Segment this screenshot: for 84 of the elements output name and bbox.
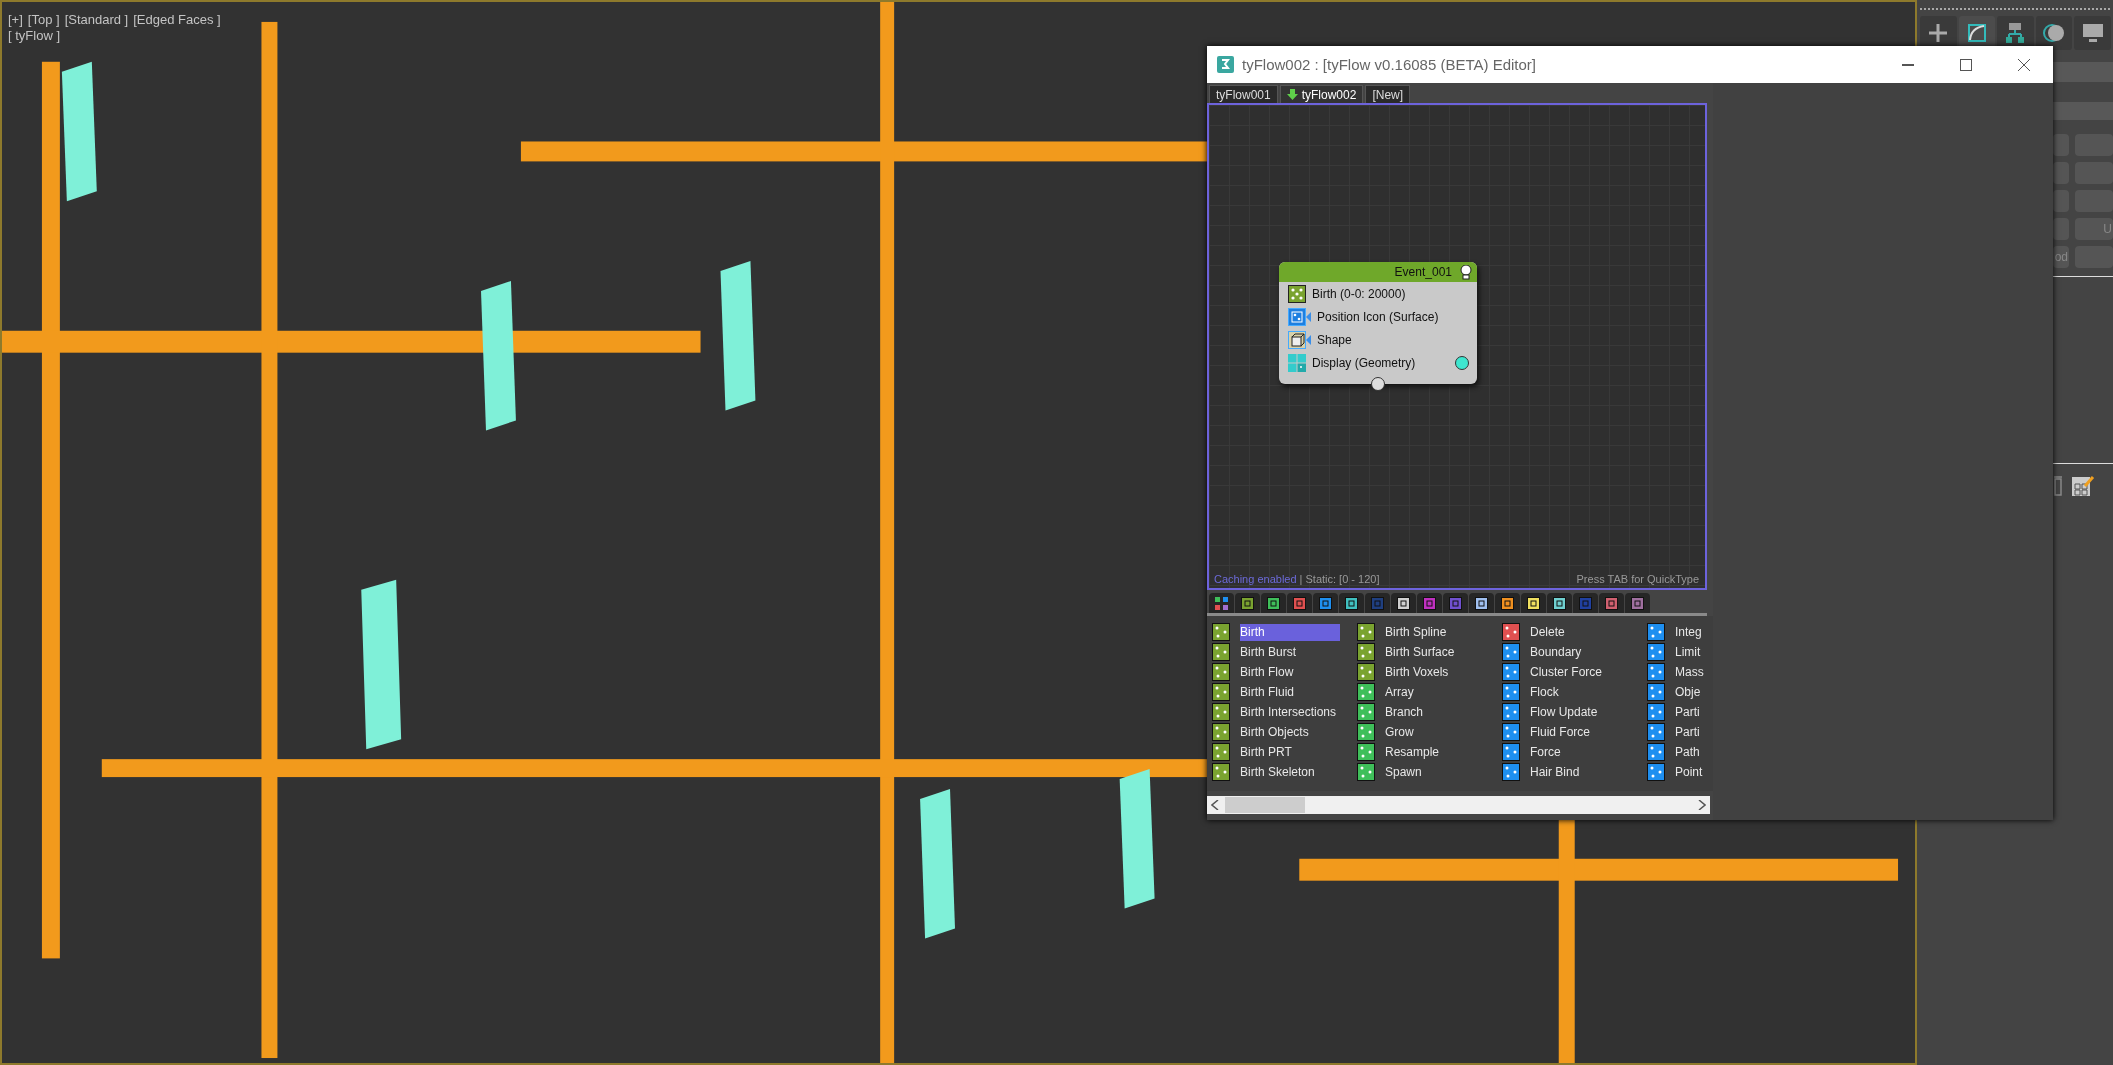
operator-item[interactable]: Birth PRT (1240, 743, 1340, 761)
flow-tab[interactable]: tyFlow002 (1279, 85, 1364, 103)
circle-icon (2042, 21, 2067, 45)
operator-item[interactable]: Mass (1675, 663, 1713, 681)
caching-status: Caching enabled (1214, 573, 1297, 585)
operator-item[interactable]: Birth Skeleton (1240, 763, 1340, 781)
viewport-menu-label[interactable]: [Top ] (27, 12, 60, 27)
operator-item[interactable]: Branch (1385, 703, 1485, 721)
operator-item[interactable]: Birth Surface (1385, 643, 1485, 661)
operator-item[interactable]: Birth Intersections (1240, 703, 1340, 721)
cube-icon (1288, 330, 1306, 349)
grid-icon (1215, 596, 1228, 610)
output-port[interactable] (1455, 355, 1469, 370)
operator-item[interactable]: Birth Spline (1385, 623, 1485, 641)
category-tab[interactable] (1547, 593, 1572, 613)
scroll-right-icon[interactable] (1698, 800, 1706, 810)
operator-item[interactable]: Delete (1530, 623, 1630, 641)
operator-item[interactable]: Birth Flow (1240, 663, 1340, 681)
operator-item[interactable]: Resample (1385, 743, 1485, 761)
operator-item[interactable]: Birth Voxels (1385, 663, 1485, 681)
scroll-bar[interactable] (1207, 796, 1710, 814)
scroll-left-icon[interactable] (1211, 800, 1219, 810)
viewport-menu-label[interactable]: [Edged Faces ] (133, 12, 221, 27)
operator-item[interactable]: Birth (1240, 623, 1340, 641)
maximize-icon (1959, 57, 1973, 72)
operator-item[interactable]: Flow Update (1530, 703, 1630, 721)
operator-item[interactable]: Flock (1530, 683, 1630, 701)
operator-item[interactable]: Spawn (1385, 763, 1485, 781)
input-port[interactable] (1371, 377, 1385, 391)
operator-item[interactable]: Path (1675, 743, 1713, 761)
object-label: [ tyFlow ] (8, 28, 60, 43)
panel-tab[interactable] (2035, 16, 2073, 50)
down-arrow-icon (1286, 89, 1298, 100)
operator-item[interactable]: Birth Objects (1240, 723, 1340, 741)
lightbulb-icon[interactable] (1460, 264, 1472, 280)
category-tab[interactable] (1521, 593, 1546, 613)
operator-item[interactable]: Force (1530, 743, 1630, 761)
operator-item[interactable]: Grow (1385, 723, 1485, 741)
panel-bar (2053, 62, 2113, 82)
operator-label[interactable]: Birth (0-0: 20000) (1312, 286, 1477, 301)
scroll-thumb[interactable] (1225, 797, 1305, 813)
operator-label[interactable]: Shape (1317, 332, 1477, 347)
window-title: tyFlow002 : [tyFlow v0.16085 (BETA) Editor] (1242, 56, 1537, 73)
viewport-menu-label[interactable]: [+] (8, 12, 23, 27)
category-tab[interactable] (1469, 593, 1494, 613)
node-title: Event_001 (1394, 265, 1452, 279)
flow-tab[interactable]: [New] (1365, 85, 1411, 103)
category-tab[interactable] (1391, 593, 1416, 613)
operator-item[interactable]: Birth Burst (1240, 643, 1340, 661)
app-icon (1217, 56, 1234, 73)
operator-item[interactable]: Obje (1675, 683, 1713, 701)
minimize-icon (1901, 63, 1915, 66)
node-graph[interactable]: Event_001 Birth (0-0: 20000) Position Icon (Surface) Shape Display (Geometry) Caching enabled | Static: [0 - 120] Press TAB for QuickType (1207, 103, 1707, 590)
dots-icon (1288, 284, 1306, 303)
quicktype-hint: Press TAB for QuickType (1576, 573, 1699, 585)
operator-label[interactable]: Position Icon (Surface) (1317, 309, 1477, 324)
operator-item[interactable]: Integ (1675, 623, 1713, 641)
flow-tab[interactable]: tyFlow001 (1209, 85, 1278, 103)
event-node[interactable]: Event_001 Birth (0-0: 20000) Position Icon (Surface) Shape Display (Geometry) (1279, 262, 1477, 384)
operator-label[interactable]: Display (Geometry) (1312, 355, 1449, 370)
grid-icon (1288, 353, 1306, 372)
range-status: | Static: [0 - 120] (1299, 573, 1380, 585)
operator-item[interactable]: Point (1675, 763, 1713, 781)
operator-item[interactable]: Hair Bind (1530, 763, 1630, 781)
category-tab[interactable] (1261, 593, 1286, 613)
operator-item[interactable]: Cluster Force (1530, 663, 1630, 681)
category-tab[interactable] (1339, 593, 1364, 613)
category-tab[interactable] (1209, 593, 1234, 613)
operator-item[interactable]: Birth Fluid (1240, 683, 1340, 701)
dots-icon (1288, 307, 1306, 326)
grid-edit-icon[interactable] (2071, 474, 2095, 498)
panel-bar (2053, 102, 2113, 120)
viewport-menu-label[interactable]: [Standard ] (64, 12, 129, 27)
category-tab[interactable] (1235, 593, 1260, 613)
operator-item[interactable]: Boundary (1530, 643, 1630, 661)
category-tab[interactable] (1495, 593, 1520, 613)
category-tab[interactable] (1313, 593, 1338, 613)
operator-item[interactable]: Fluid Force (1530, 723, 1630, 741)
close-icon (2017, 57, 2031, 72)
operator-item[interactable]: Array (1385, 683, 1485, 701)
operator-item[interactable]: Parti (1675, 703, 1713, 721)
operator-item[interactable]: Limit (1675, 643, 1713, 661)
monitor-icon (2080, 21, 2105, 45)
operator-item[interactable]: Parti (1675, 723, 1713, 741)
